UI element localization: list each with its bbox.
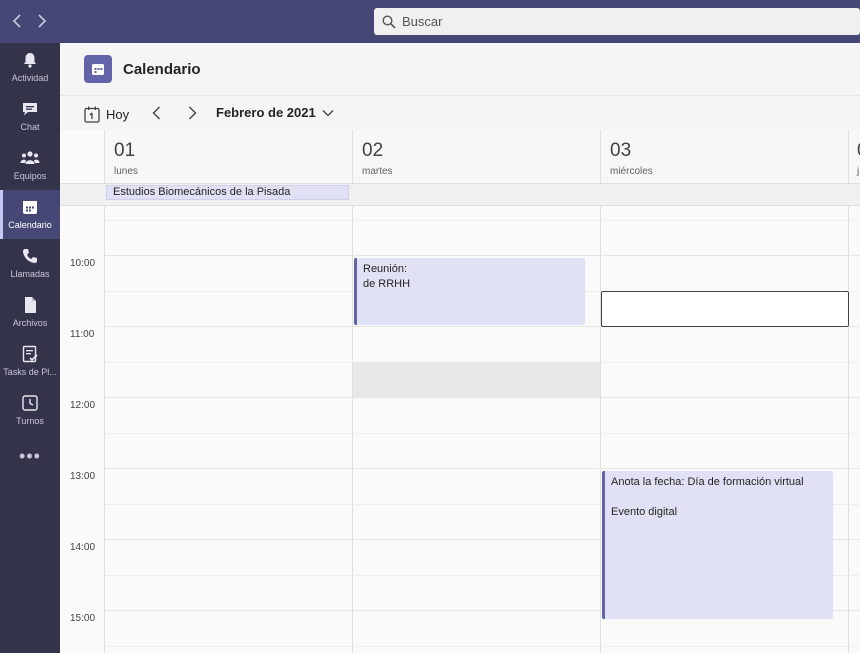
file-icon	[20, 295, 40, 315]
more-apps-icon[interactable]: •••	[0, 447, 60, 473]
rail-item-label: Archivos	[12, 318, 48, 328]
event-title-line2: de RRHH	[363, 278, 411, 290]
time-label: 15:00	[70, 613, 96, 624]
today-label: Hoy	[106, 106, 130, 122]
hour-line	[105, 255, 860, 256]
rail-item-llamadas[interactable]: Llamadas	[0, 239, 60, 288]
selected-time-slot[interactable]	[601, 291, 849, 327]
title-bar	[0, 0, 860, 43]
day-name: martes	[362, 166, 393, 177]
rail-item-actividad[interactable]: Actividad	[0, 43, 60, 92]
previous-week-icon[interactable]	[148, 104, 164, 122]
column-divider	[600, 206, 601, 653]
time-label: 13:00	[70, 471, 96, 482]
phone-icon	[20, 246, 40, 266]
rail-item-label: Calendario	[8, 220, 52, 230]
calendar-app-icon	[84, 55, 112, 83]
chevron-down-icon	[322, 109, 334, 116]
today-button[interactable]: Hoy	[84, 104, 129, 124]
time-label: 11:00	[70, 329, 95, 340]
page-title: Calendario	[123, 61, 201, 78]
teams-icon	[20, 148, 40, 168]
day-number: 01	[114, 140, 136, 161]
rail-item-archivos[interactable]: Archivos	[0, 288, 60, 337]
rail-item-label: Turnos	[16, 416, 44, 426]
column-divider	[352, 206, 353, 653]
tasks-icon	[20, 344, 40, 364]
rail-item-label: Llamadas	[10, 269, 50, 279]
rail-item-label: Chat	[20, 122, 40, 132]
rail-item-chat[interactable]: Chat	[0, 92, 60, 141]
month-label: Febrero de 2021	[216, 105, 316, 120]
day-number: 03	[610, 140, 632, 161]
half-hour-line	[105, 646, 860, 647]
rail-item-label: Equipos	[13, 171, 47, 181]
search-box[interactable]	[374, 8, 860, 35]
day-name: lunes	[114, 166, 138, 177]
event-formacion-virtual[interactable]: Anota la fecha: Día de formación virtual…	[602, 471, 833, 619]
today-icon	[84, 106, 100, 123]
calendar-toolbar: Hoy Febrero de 2021	[60, 96, 860, 130]
all-day-event[interactable]: Estudios Biomecánicos de la Pisada	[106, 185, 349, 200]
rail-item-equipos[interactable]: Equipos	[0, 141, 60, 190]
month-picker[interactable]: Febrero de 2021	[216, 105, 334, 120]
search-input[interactable]	[402, 14, 822, 29]
event-title: Anota la fecha: Día de formación virtual	[611, 476, 804, 488]
time-label: 14:00	[70, 542, 96, 553]
event-reunion-rrhh[interactable]: Reunión: de RRHH	[354, 258, 585, 325]
page-header: Calendario	[60, 43, 860, 96]
rail-item-label: Actividad	[11, 73, 49, 83]
event-subtitle: Evento digital	[611, 506, 678, 518]
day-name: j	[857, 166, 860, 177]
rail-item-calendario[interactable]: Calendario	[0, 190, 60, 239]
hour-line	[105, 468, 860, 469]
rail-item-tasks[interactable]: Tasks de Pl...	[0, 337, 60, 386]
day-header-02[interactable]: 02 martes	[352, 130, 600, 183]
day-name: miércoles	[610, 166, 653, 177]
day-header-01[interactable]: 01 lunes	[104, 130, 352, 183]
half-hour-line	[105, 220, 860, 221]
column-divider	[848, 206, 849, 653]
column-divider	[104, 206, 105, 653]
hour-line	[105, 397, 860, 398]
time-grid: 10:00 11:00 12:00 13:00 14:00 15:00 Reun…	[60, 206, 860, 653]
rail-item-label: Tasks de Pl...	[3, 367, 57, 377]
search-icon	[382, 14, 396, 29]
clock-icon	[20, 393, 40, 413]
event-title: Reunión:	[363, 263, 408, 275]
rail-item-turnos[interactable]: Turnos	[0, 386, 60, 435]
day-header-03[interactable]: 03 miércoles	[600, 130, 848, 183]
calendar-week-view: 01 lunes 02 martes 03 miércoles 0 j Estu…	[60, 130, 860, 653]
chat-icon	[20, 99, 40, 119]
time-label: 12:00	[70, 400, 96, 411]
forward-arrow-icon[interactable]	[34, 12, 50, 30]
calendar-icon	[20, 197, 40, 217]
busy-block	[353, 362, 600, 397]
half-hour-line	[105, 433, 860, 434]
time-label: 10:00	[70, 258, 96, 269]
bell-icon	[20, 50, 40, 70]
next-week-icon[interactable]	[184, 104, 200, 122]
back-arrow-icon[interactable]	[9, 12, 25, 30]
day-header-04[interactable]: 0 j	[848, 130, 860, 183]
app-rail: Actividad Chat Equipos Calendario Llamad…	[0, 43, 60, 653]
day-number: 02	[362, 140, 384, 161]
